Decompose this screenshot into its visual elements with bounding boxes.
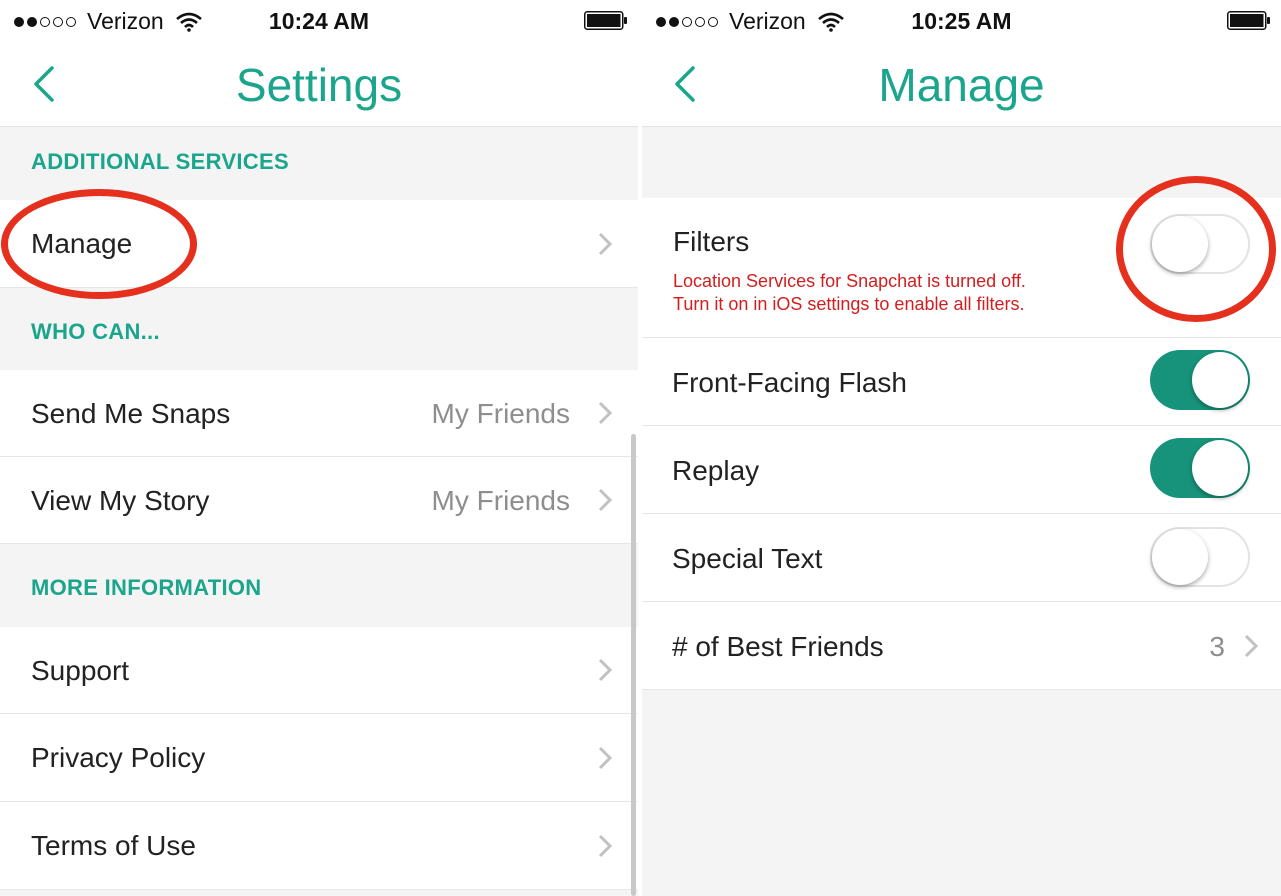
section-header-who-can: WHO CAN...: [0, 288, 638, 370]
chevron-right-icon: [1244, 634, 1259, 658]
special-text-label: Special Text: [672, 543, 823, 574]
send-me-snaps-value: My Friends: [431, 398, 570, 429]
toggle-knob: [1192, 440, 1248, 496]
status-time: 10:24 AM: [268, 8, 370, 34]
filters-label: Filters: [673, 226, 750, 257]
view-my-story-value: My Friends: [431, 485, 570, 516]
toggle-knob: [1192, 352, 1248, 408]
scroll-indicator[interactable]: [631, 434, 636, 896]
manage-screen: Verizon 10:25 AM Manage Filters Location…: [642, 0, 1281, 896]
location-warning: Location Services for Snapchat is turned…: [673, 270, 1026, 316]
battery-icon: [1227, 11, 1270, 30]
view-my-story-row[interactable]: View My Story My Friends: [0, 457, 638, 544]
filters-toggle[interactable]: [1150, 214, 1250, 274]
send-me-snaps-label: Send Me Snaps: [31, 398, 231, 429]
status-time: 10:25 AM: [911, 8, 1012, 34]
chevron-right-icon: [598, 746, 613, 770]
terms-of-use-label: Terms of Use: [31, 830, 196, 861]
best-friends-value: 3: [1209, 631, 1225, 662]
replay-toggle[interactable]: [1150, 438, 1250, 498]
section-header-additional-services: ADDITIONAL SERVICES: [0, 127, 638, 200]
special-text-toggle[interactable]: [1150, 527, 1250, 587]
section-header-label: MORE INFORMATION: [31, 575, 262, 600]
warning-line-2: Turn it on in iOS settings to enable all…: [673, 294, 1025, 314]
page-title: Manage: [878, 59, 1045, 111]
send-me-snaps-row[interactable]: Send Me Snaps My Friends: [0, 370, 638, 457]
best-friends-label: # of Best Friends: [672, 631, 884, 662]
support-row[interactable]: Support: [0, 627, 638, 714]
chevron-right-icon: [598, 488, 613, 512]
manage-label: Manage: [31, 228, 133, 259]
chevron-right-icon: [598, 658, 613, 682]
warning-line-1: Location Services for Snapchat is turned…: [673, 271, 1026, 291]
page-title: Settings: [235, 59, 403, 111]
front-facing-flash-row: Front-Facing Flash: [642, 338, 1281, 426]
manage-row[interactable]: Manage: [0, 200, 638, 288]
battery-icon: [584, 11, 627, 30]
settings-screen: Verizon 10:24 AM Settings ADDITIONAL SER…: [0, 0, 638, 896]
replay-label: Replay: [672, 455, 760, 486]
view-my-story-label: View My Story: [31, 485, 210, 516]
chevron-right-icon: [598, 834, 613, 858]
replay-row: Replay: [642, 426, 1281, 514]
privacy-policy-row[interactable]: Privacy Policy: [0, 714, 638, 802]
terms-of-use-row[interactable]: Terms of Use: [0, 802, 638, 890]
section-header-label: WHO CAN...: [31, 319, 160, 344]
privacy-policy-label: Privacy Policy: [31, 742, 206, 773]
chevron-right-icon: [598, 232, 613, 256]
front-facing-flash-toggle[interactable]: [1150, 350, 1250, 410]
nav-bar: Settings: [0, 42, 638, 127]
filters-row: Filters Location Services for Snapchat i…: [642, 198, 1281, 338]
special-text-row: Special Text: [642, 514, 1281, 602]
toggle-knob: [1152, 529, 1208, 585]
support-label: Support: [31, 655, 130, 686]
best-friends-row[interactable]: # of Best Friends 3: [642, 602, 1281, 690]
chevron-right-icon: [598, 401, 613, 425]
toggle-knob: [1152, 216, 1208, 272]
status-bar: Verizon 10:25 AM: [642, 0, 1281, 42]
front-facing-flash-label: Front-Facing Flash: [672, 367, 907, 398]
section-header-more-information: MORE INFORMATION: [0, 544, 638, 627]
status-bar: Verizon 10:24 AM: [0, 0, 638, 42]
nav-bar: Manage: [642, 42, 1281, 127]
section-header-label: ADDITIONAL SERVICES: [31, 149, 289, 174]
